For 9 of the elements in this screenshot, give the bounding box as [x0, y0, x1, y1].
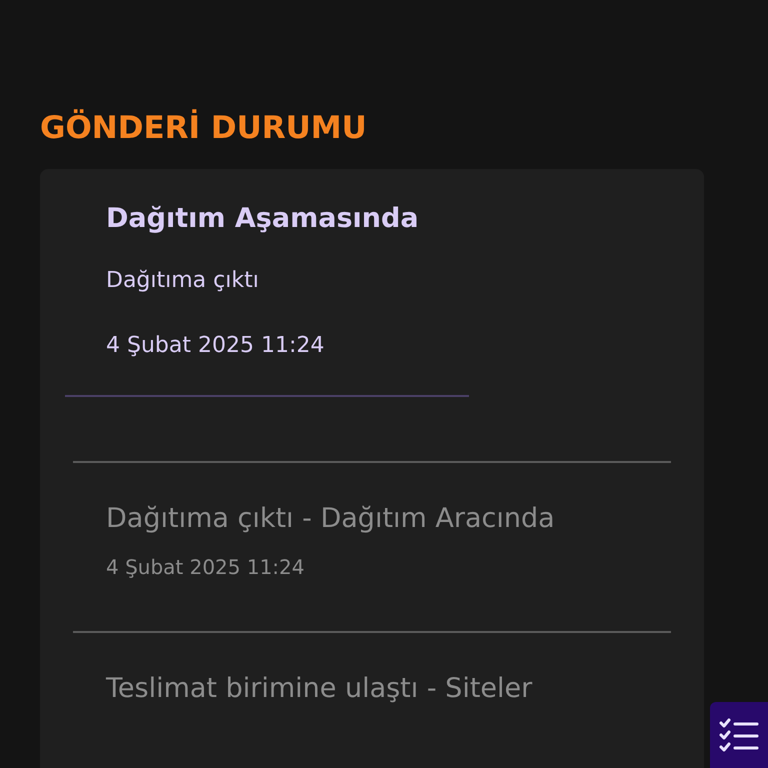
- current-status-date: 4 Şubat 2025 11:24: [106, 332, 326, 360]
- history-date: 4 Şubat 2025 11:24: [106, 554, 306, 581]
- history-title: Teslimat birimine ulaştı - Siteler: [106, 672, 534, 706]
- checklist-icon: [719, 718, 759, 752]
- current-status-description: Dağıtıma çıktı: [106, 267, 260, 295]
- current-status-title: Dağıtım Aşamasında: [106, 202, 420, 236]
- section-title: GÖNDERİ DURUMU: [40, 108, 368, 148]
- checklist-button[interactable]: [710, 702, 768, 768]
- history-title: Dağıtıma çıktı - Dağıtım Aracında: [106, 502, 556, 536]
